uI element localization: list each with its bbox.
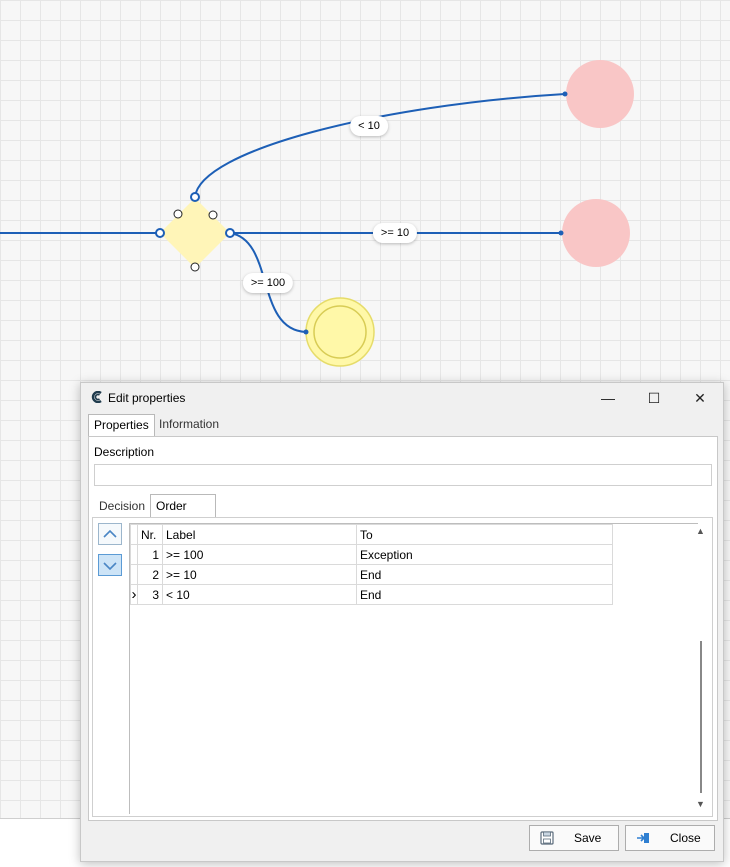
edge-label-lt-10[interactable]: < 10 (350, 116, 388, 136)
close-label: Close (670, 831, 701, 845)
scroll-down-arrow-icon[interactable]: ▼ (696, 799, 705, 809)
decision-handle-top-left[interactable] (173, 209, 183, 219)
scrollbar-thumb[interactable] (700, 641, 702, 793)
row-selector[interactable] (130, 564, 138, 585)
decision-node[interactable] (160, 198, 230, 268)
conditions-grid: Nr. Label To 1 >= 100 Exception 2 >= 10 … (129, 523, 698, 814)
decision-port-right[interactable] (225, 228, 235, 238)
decision-port-top[interactable] (190, 192, 200, 202)
maximize-button[interactable]: ☐ (639, 387, 669, 409)
scroll-up-arrow-icon[interactable]: ▲ (696, 526, 705, 536)
edge-end-dot (558, 230, 564, 236)
column-header-to[interactable]: To (356, 524, 613, 545)
chevron-down-icon (103, 562, 117, 571)
cell-to[interactable]: End (356, 584, 613, 605)
table-row[interactable]: 2 >= 10 End (130, 564, 613, 585)
order-conditions-panel: Nr. Label To 1 >= 100 Exception 2 >= 10 … (92, 517, 713, 817)
minimize-button[interactable]: — (593, 387, 623, 409)
table-header-row: Nr. Label To (130, 524, 613, 545)
edge-end-dot (562, 91, 568, 97)
decision-port-left[interactable] (155, 228, 165, 238)
cell-label[interactable]: >= 100 (162, 544, 357, 565)
save-icon (540, 831, 554, 845)
cell-nr: 2 (137, 564, 163, 585)
edge-label-ge-100[interactable]: >= 100 (242, 273, 294, 293)
tab-order-conditions[interactable]: Order conditions (150, 494, 217, 535)
edge-lt-10[interactable] (194, 93, 566, 198)
save-button[interactable]: Save (529, 825, 619, 851)
column-header-nr[interactable]: Nr. (137, 524, 163, 545)
save-label: Save (574, 831, 602, 845)
cell-label[interactable]: >= 10 (162, 564, 357, 585)
end-node-middle[interactable] (562, 199, 630, 267)
description-label: Description (94, 445, 155, 459)
dialog-title: Edit properties (108, 391, 186, 405)
edge-label-ge-10[interactable]: >= 10 (372, 223, 418, 243)
decision-handle-top-right[interactable] (208, 210, 218, 220)
end-node-top[interactable] (566, 60, 634, 128)
dialog-titlebar[interactable]: Edit properties — ☐ ✕ (81, 383, 723, 413)
vertical-scrollbar[interactable]: ▲ ▼ (695, 521, 707, 809)
cell-to[interactable]: Exception (356, 544, 613, 565)
column-header-label[interactable]: Label (162, 524, 357, 545)
conditions-table: Nr. Label To 1 >= 100 Exception 2 >= 10 … (130, 524, 613, 605)
row-selector[interactable] (130, 544, 138, 565)
edit-properties-dialog: Edit properties — ☐ ✕ Properties Informa… (80, 382, 724, 862)
close-button[interactable]: Close (625, 825, 715, 851)
edge-end-dot (303, 329, 309, 335)
exception-node[interactable] (305, 297, 375, 367)
cell-nr: 3 (137, 584, 163, 605)
decision-handle-bottom[interactable] (190, 262, 200, 272)
row-selector-header (130, 524, 138, 545)
table-row[interactable]: 1 >= 100 Exception (130, 544, 613, 565)
tab-decision[interactable]: Decision (94, 496, 150, 517)
move-up-button[interactable] (98, 523, 122, 545)
tab-properties[interactable]: Properties (88, 414, 155, 436)
properties-panel: Description Decision Order conditions (88, 436, 718, 821)
exit-icon (637, 833, 649, 843)
cell-label[interactable]: < 10 (162, 584, 357, 605)
cell-nr: 1 (137, 544, 163, 565)
app-logo-icon (91, 391, 102, 403)
tab-information[interactable]: Information (154, 414, 224, 435)
cell-to[interactable]: End (356, 564, 613, 585)
current-row-indicator[interactable]: › (130, 584, 138, 605)
table-row[interactable]: › 3 < 10 End (130, 584, 613, 605)
close-window-button[interactable]: ✕ (685, 387, 715, 409)
move-down-button[interactable] (98, 554, 122, 576)
chevron-up-icon (103, 529, 117, 538)
description-input[interactable] (94, 464, 712, 486)
